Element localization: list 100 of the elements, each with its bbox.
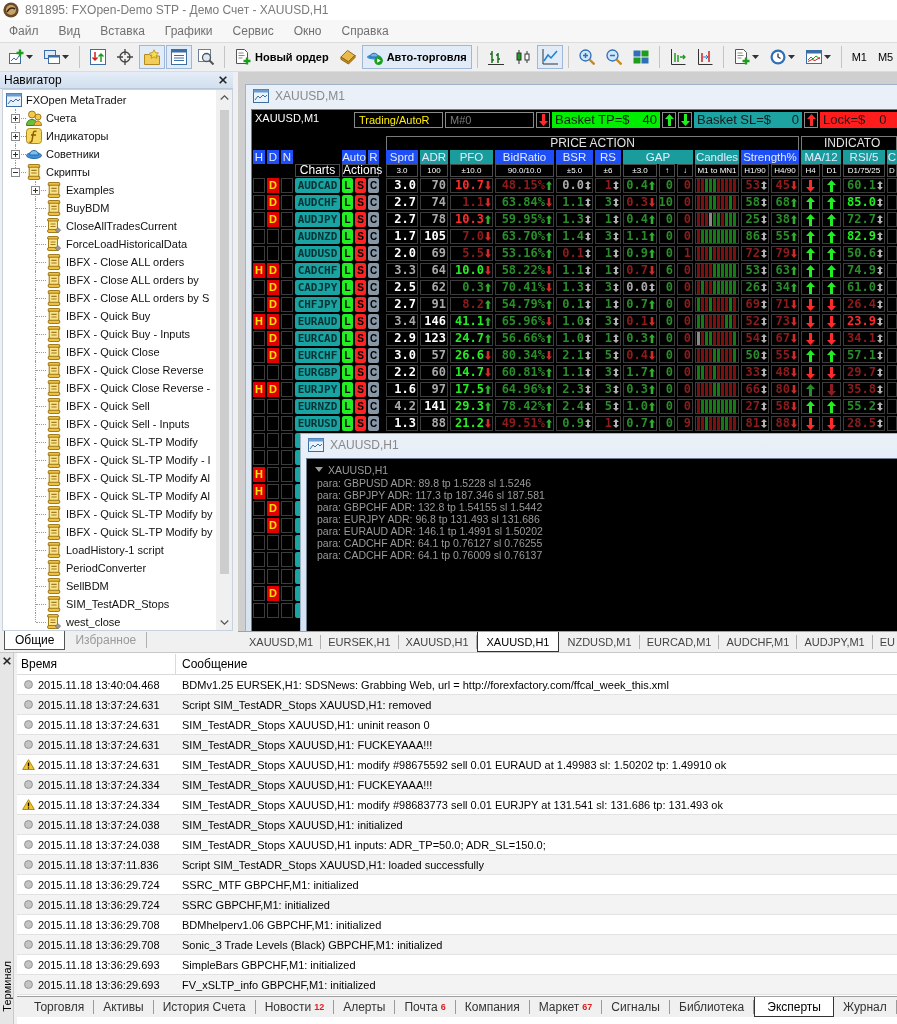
toolbar-button[interactable] — [166, 45, 192, 69]
action-button[interactable]: S — [355, 195, 366, 210]
period-button[interactable]: M1 — [846, 45, 872, 69]
tree-item[interactable]: IBFX - Quick Sell — [66, 400, 150, 412]
action-button[interactable]: S — [355, 331, 366, 346]
action-button[interactable]: C — [368, 280, 379, 295]
panel-tab[interactable]: Активы — [94, 1000, 154, 1014]
action-button[interactable]: L — [342, 280, 353, 295]
chart-tab[interactable]: NZDUSD,M1 — [560, 635, 640, 649]
tree-item[interactable]: IBFX - Quick SL-TP Modify Al — [66, 472, 211, 484]
expand-toggle[interactable] — [11, 150, 20, 159]
menu-item[interactable]: Окно — [284, 21, 331, 41]
action-button[interactable]: L — [342, 399, 353, 414]
action-button[interactable]: S — [355, 382, 366, 397]
action-button[interactable]: L — [342, 178, 353, 193]
action-button[interactable]: C — [368, 331, 379, 346]
tree-item[interactable]: IBFX - Quick SL-TP Modify by — [66, 526, 213, 538]
value-bar[interactable]: Basket SL=$ 0 — [694, 112, 802, 128]
log-row[interactable]: 2015.11.18 13:37:24.631 Script SIM_TestADR_Stops XAUUSD,H1: removed — [17, 695, 897, 715]
tree-item[interactable]: IBFX - Quick Close Reverse — [66, 364, 204, 376]
panel-tab[interactable]: История Счета — [153, 1000, 256, 1014]
tree-item[interactable]: IBFX - Quick Buy - Inputs — [66, 328, 191, 340]
tree-item[interactable]: IBFX - Quick Close — [66, 346, 160, 358]
close-icon[interactable] — [219, 76, 227, 84]
log-row[interactable]: 2015.11.18 13:36:29.693 FV_xSLTP_info GBPCHF,M1: initialized — [17, 975, 897, 995]
action-button[interactable]: C — [368, 365, 379, 380]
action-button[interactable]: L — [342, 314, 353, 329]
panel-tab[interactable]: Новости 12 — [255, 1000, 335, 1014]
action-button[interactable]: L — [342, 195, 353, 210]
tree-item[interactable]: IBFX - Quick SL-TP Modify by — [66, 508, 213, 520]
action-button[interactable]: C — [368, 263, 379, 278]
action-button[interactable]: L — [342, 263, 353, 278]
tree-item[interactable]: CloseAllTradesCurrent — [66, 220, 177, 232]
log-row[interactable]: 2015.11.18 13:37:11.836 Script SIM_TestADR_Stops XAUUSD,H1: loaded successfully — [17, 855, 897, 875]
menu-item[interactable]: Файл — [0, 21, 48, 41]
symbol-button[interactable]: CADJPY — [295, 280, 340, 295]
expand-toggle[interactable] — [11, 168, 20, 177]
chart-tab[interactable]: XAUUSD,H1 — [476, 632, 560, 652]
panel-tab[interactable]: Общие — [4, 631, 66, 650]
log-row[interactable]: 2015.11.18 13:37:24.334 SIM_TestADR_Stops XAUUSD,H1: FUCKEYAAA!!! — [17, 775, 897, 795]
expand-toggle[interactable] — [31, 186, 40, 195]
menu-item[interactable]: Вставка — [91, 21, 154, 41]
action-button[interactable]: S — [355, 280, 366, 295]
action-button[interactable]: L — [342, 365, 353, 380]
menu-item[interactable]: Графики — [155, 21, 222, 41]
tree-item[interactable]: IBFX - Quick SL-TP Modify — [66, 436, 198, 448]
action-button[interactable]: S — [355, 246, 366, 261]
action-button[interactable]: S — [355, 212, 366, 227]
menu-item[interactable]: Справка — [332, 21, 398, 41]
tree-item[interactable]: IBFX - Close ALL orders by S — [66, 292, 210, 304]
value-bar[interactable]: Basket TP=$ 40 — [552, 112, 660, 128]
period-button[interactable]: M5 — [872, 45, 897, 69]
tree-item[interactable]: ForceLoadHistoricalData — [66, 238, 188, 250]
action-button[interactable]: L — [342, 331, 353, 346]
chart-tab[interactable]: AUDCHF,M1 — [719, 635, 798, 649]
action-button[interactable]: S — [355, 399, 366, 414]
chart-tab[interactable]: EU — [872, 635, 897, 649]
tree-item[interactable]: FXOpen MetaTrader — [26, 94, 127, 106]
scrollbar-thumb[interactable] — [219, 110, 229, 574]
log-row[interactable]: 2015.11.18 13:36:29.708 Sonic_3 Trade Levels (Black) GBPCHF,M1: initialized — [17, 935, 897, 955]
tree-item[interactable]: BuyBDM — [66, 202, 110, 214]
column-header[interactable]: Время — [17, 653, 176, 674]
action-button[interactable]: L — [342, 246, 353, 261]
action-button[interactable]: C — [368, 212, 379, 227]
symbol-button[interactable]: AUDNZD — [295, 229, 340, 244]
collapse-triangle-icon[interactable] — [315, 467, 323, 472]
chart-tab[interactable]: XAUUSD,M1 — [242, 635, 322, 649]
chart-tab[interactable]: EURSEK,H1 — [321, 635, 399, 649]
symbol-button[interactable]: AUDCAD — [295, 178, 340, 193]
toolbar-button[interactable]: Новый ордер — [230, 45, 334, 69]
action-button[interactable]: C — [368, 297, 379, 312]
symbol-button[interactable]: AUDCHF — [295, 195, 340, 210]
tree-item[interactable]: IBFX - Quick Buy — [66, 310, 151, 322]
action-button[interactable]: S — [355, 314, 366, 329]
symbol-button[interactable]: EURCHF — [295, 348, 340, 363]
action-button[interactable]: S — [355, 365, 366, 380]
symbol-button[interactable]: AUDUSD — [295, 246, 340, 261]
symbol-button[interactable]: AUDJPY — [295, 212, 340, 227]
panel-tab[interactable]: Маркет 67 — [529, 1000, 603, 1014]
chart-tab[interactable]: EURCAD,M1 — [639, 635, 720, 649]
action-button[interactable]: C — [368, 382, 379, 397]
tree-item[interactable]: IBFX - Quick Close Reverse - — [66, 382, 211, 394]
column-header[interactable]: Сообщение — [176, 656, 248, 671]
symbol-button[interactable]: EURJPY — [295, 382, 340, 397]
action-button[interactable]: C — [368, 348, 379, 363]
tree-item[interactable]: IBFX - Close ALL orders — [66, 256, 185, 268]
action-button[interactable]: S — [355, 263, 366, 278]
menu-item[interactable]: Вид — [49, 21, 90, 41]
panel-tab[interactable]: Торговля — [25, 1000, 95, 1014]
tree-item[interactable]: SIM_TestADR_Stops — [66, 598, 170, 610]
tree-item[interactable]: Examples — [66, 184, 115, 196]
tree-item[interactable]: west_close — [66, 616, 121, 628]
action-button[interactable]: C — [368, 399, 379, 414]
action-button[interactable]: L — [342, 348, 353, 363]
tree-item[interactable]: Счета — [46, 112, 77, 124]
tree-item[interactable]: Индикаторы — [46, 130, 109, 142]
tree-item[interactable]: SellBDM — [66, 580, 109, 592]
scrollbar[interactable] — [216, 90, 232, 630]
symbol-button[interactable]: EURCAD — [295, 331, 340, 346]
menu-item[interactable]: Сервис — [223, 21, 283, 41]
